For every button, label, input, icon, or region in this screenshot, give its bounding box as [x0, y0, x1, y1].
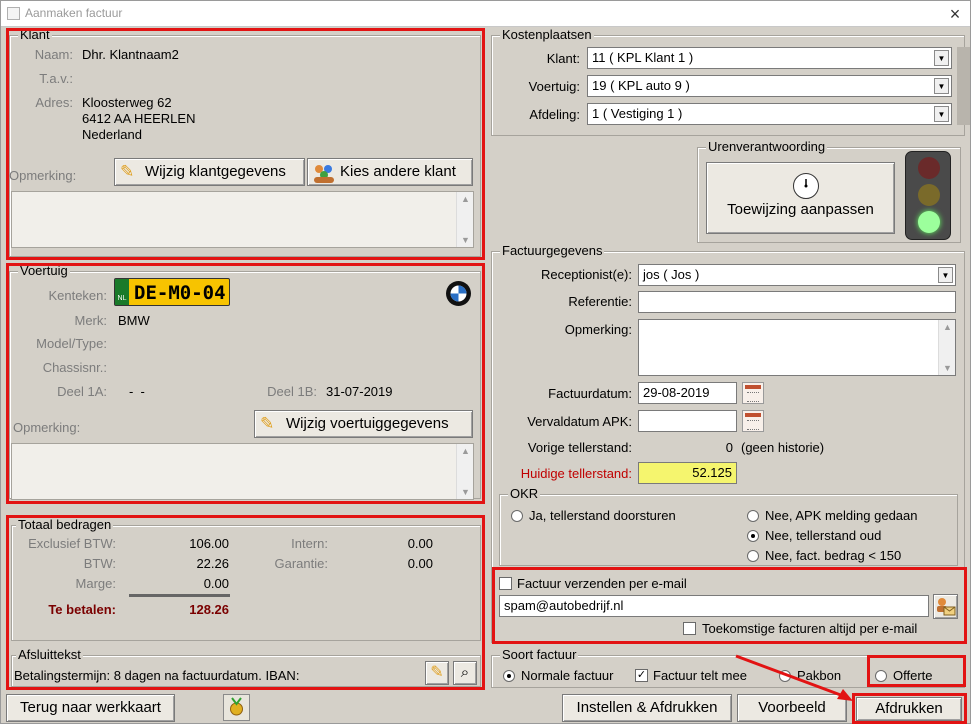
okr-heading: OKR	[508, 486, 541, 501]
okr-bedrag-radio[interactable]	[747, 550, 759, 562]
kpl-voertuig-label: Voertuig:	[528, 79, 580, 94]
arrow-annotation	[735, 654, 853, 701]
kpl-afdeling-label: Afdeling:	[529, 107, 580, 122]
chevron-down-icon[interactable]: ▼	[938, 267, 953, 283]
soort-heading: Soort factuur	[500, 647, 579, 662]
traffic-amber	[918, 184, 940, 206]
clock-icon	[793, 173, 819, 199]
kpl-klant-select[interactable]: 11 ( KPL Klant 1 ) ▼	[587, 47, 952, 69]
traffic-red	[918, 157, 940, 179]
afdrukken-highlight	[852, 693, 967, 724]
vorige-value: 0	[725, 440, 733, 455]
toewijzing-button[interactable]: Toewijzing aanpassen	[706, 162, 895, 234]
klant-highlight	[6, 28, 485, 260]
title-bar: Aanmaken factuur ×	[1, 1, 970, 27]
vervaldatum-input[interactable]	[638, 410, 737, 432]
chevron-down-icon[interactable]: ▼	[934, 78, 949, 94]
factuurdatum-input[interactable]: 29-08-2019	[638, 382, 737, 404]
factuur-opmerking-textarea[interactable]: ▲ ▼	[638, 319, 956, 376]
traffic-light-icon	[905, 151, 951, 240]
receptionist-select[interactable]: jos ( Jos ) ▼	[638, 264, 956, 286]
close-icon[interactable]: ×	[941, 2, 969, 26]
app-icon	[7, 7, 20, 20]
kpl-voertuig-value: 19 ( KPL auto 9 )	[592, 78, 690, 93]
kpl-klant-label: Klant:	[546, 51, 580, 66]
vorige-note: (geen historie)	[741, 440, 825, 455]
factuur-opmerking-scrollbar[interactable]: ▲ ▼	[938, 320, 955, 375]
kostenplaatsen-heading: Kostenplaatsen	[500, 27, 594, 42]
voertuig-highlight	[6, 263, 485, 504]
referentie-label: Referentie:	[568, 294, 632, 309]
huidige-input[interactable]: 52.125	[638, 462, 737, 484]
vorige-label: Vorige tellerstand:	[527, 440, 632, 455]
offerte-highlight	[867, 655, 966, 687]
referentie-input[interactable]	[638, 291, 956, 313]
chevron-down-icon[interactable]: ▼	[934, 50, 949, 66]
kpl-afdeling-select[interactable]: 1 ( Vestiging 1 ) ▼	[587, 103, 952, 125]
okr-ja-radio[interactable]	[511, 510, 523, 522]
email-highlight	[492, 567, 967, 644]
okr-bedrag-label: Nee, fact. bedrag < 150	[765, 548, 902, 563]
medal-icon[interactable]	[223, 694, 250, 721]
calendar-icon[interactable]	[742, 382, 764, 404]
factuurdatum-label: Factuurdatum:	[548, 386, 632, 401]
telt-mee-checkbox[interactable]: ✓	[635, 669, 648, 682]
calendar-icon[interactable]	[742, 410, 764, 432]
okr-ja-label: Ja, tellerstand doorsturen	[529, 508, 676, 523]
kpl-afdeling-value: 1 ( Vestiging 1 )	[592, 106, 683, 121]
huidige-label: Huidige tellerstand:	[520, 466, 632, 481]
window-title: Aanmaken factuur	[25, 6, 123, 20]
okr-oud-label: Nee, tellerstand oud	[765, 528, 882, 543]
right-scrollbar[interactable]	[957, 47, 970, 125]
traffic-green	[918, 211, 940, 233]
totaal-highlight	[6, 515, 485, 690]
terug-button[interactable]: Terug naar werkkaart	[6, 694, 175, 722]
okr-oud-radio[interactable]	[747, 530, 759, 542]
normaal-radio[interactable]	[503, 670, 515, 682]
receptionist-label: Receptionist(e):	[540, 267, 632, 282]
instellen-afdrukken-button[interactable]: Instellen & Afdrukken	[562, 694, 732, 722]
toewijzing-label: Toewijzing aanpassen	[727, 201, 874, 218]
uren-heading: Urenverantwoording	[706, 139, 828, 154]
chevron-down-icon[interactable]: ▼	[934, 106, 949, 122]
normaal-label: Normale factuur	[521, 668, 614, 683]
factuur-opmerking-label: Opmerking:	[564, 322, 632, 337]
kpl-voertuig-select[interactable]: 19 ( KPL auto 9 ) ▼	[587, 75, 952, 97]
factuurgegevens-heading: Factuurgegevens	[500, 243, 605, 258]
okr-apk-radio[interactable]	[747, 510, 759, 522]
okr-apk-label: Nee, APK melding gedaan	[765, 508, 918, 523]
vervaldatum-label: Vervaldatum APK:	[527, 414, 632, 429]
invoice-window: Aanmaken factuur × Klant Naam: Dhr. Klan…	[0, 0, 971, 724]
kpl-klant-value: 11 ( KPL Klant 1 )	[592, 50, 694, 65]
receptionist-value: jos ( Jos )	[643, 267, 700, 282]
